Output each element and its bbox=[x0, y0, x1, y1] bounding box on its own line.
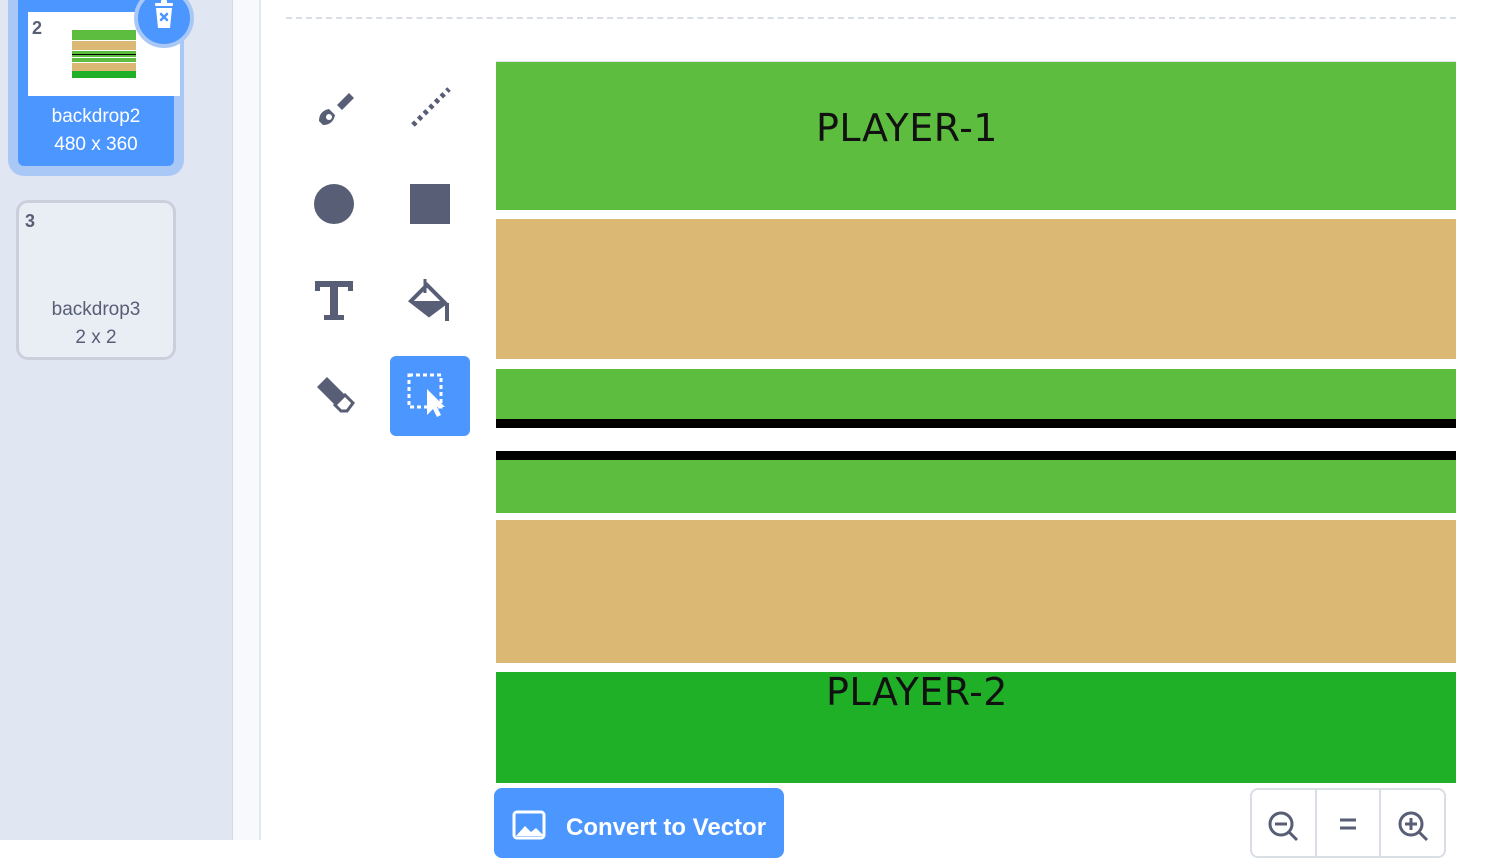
circle-tool-button[interactable] bbox=[294, 164, 374, 244]
zoom-out-icon bbox=[1268, 811, 1299, 842]
eraser-icon bbox=[317, 377, 355, 413]
thumbnail-preview bbox=[72, 30, 136, 78]
sand-band-top bbox=[496, 219, 1456, 359]
zoom-reset-button[interactable] bbox=[1317, 790, 1382, 856]
brush-icon bbox=[319, 93, 354, 125]
toolbar-separator bbox=[286, 17, 1456, 19]
text-tool-button[interactable] bbox=[294, 260, 374, 340]
rectangle-tool-button[interactable] bbox=[390, 164, 470, 244]
costume-number: 2 bbox=[32, 18, 43, 38]
zoom-reset-icon bbox=[1340, 818, 1356, 830]
costume-size: 2 x 2 bbox=[75, 327, 117, 348]
zoom-out-button[interactable] bbox=[1252, 790, 1317, 856]
fill-icon bbox=[407, 279, 449, 321]
select-icon bbox=[407, 373, 445, 417]
sand-band-bottom bbox=[496, 520, 1456, 663]
costume-list: 2 backdrop2 480 x 360 3 backdrop3 2 x 2 bbox=[0, 0, 233, 840]
player-2-label: PLAYER-2 bbox=[826, 670, 1008, 714]
line-icon bbox=[411, 87, 451, 127]
costume-name: backdrop2 bbox=[51, 106, 141, 127]
costume-item-backdrop3[interactable]: 3 backdrop3 2 x 2 bbox=[16, 200, 176, 360]
image-icon bbox=[512, 810, 546, 840]
trash-icon bbox=[155, 0, 173, 28]
black-line-upper bbox=[496, 419, 1456, 428]
zoom-in-button[interactable] bbox=[1381, 790, 1444, 856]
eraser-tool-button[interactable] bbox=[294, 356, 374, 436]
costume-number: 3 bbox=[25, 211, 36, 231]
costume-size: 480 x 360 bbox=[54, 134, 138, 155]
player-1-label: PLAYER-1 bbox=[816, 106, 998, 150]
line-tool-button[interactable] bbox=[390, 68, 470, 148]
convert-to-vector-button[interactable]: Convert to Vector bbox=[494, 788, 784, 858]
black-line-lower bbox=[496, 451, 1456, 460]
rectangle-icon bbox=[410, 184, 450, 224]
brush-tool-button[interactable] bbox=[294, 68, 374, 148]
costume-name: backdrop3 bbox=[51, 299, 141, 320]
circle-icon bbox=[314, 184, 354, 224]
panel-divider bbox=[233, 0, 261, 840]
zoom-in-icon bbox=[1398, 811, 1428, 842]
select-tool-button[interactable] bbox=[390, 356, 470, 436]
text-icon bbox=[315, 281, 353, 320]
convert-to-vector-label: Convert to Vector bbox=[566, 814, 767, 841]
paint-canvas[interactable]: PLAYER-1 PLAYER-2 bbox=[496, 61, 1456, 783]
fill-tool-button[interactable] bbox=[390, 260, 470, 340]
zoom-controls bbox=[1250, 788, 1446, 858]
delete-costume-button[interactable] bbox=[134, 0, 194, 48]
white-gap bbox=[496, 428, 1456, 451]
